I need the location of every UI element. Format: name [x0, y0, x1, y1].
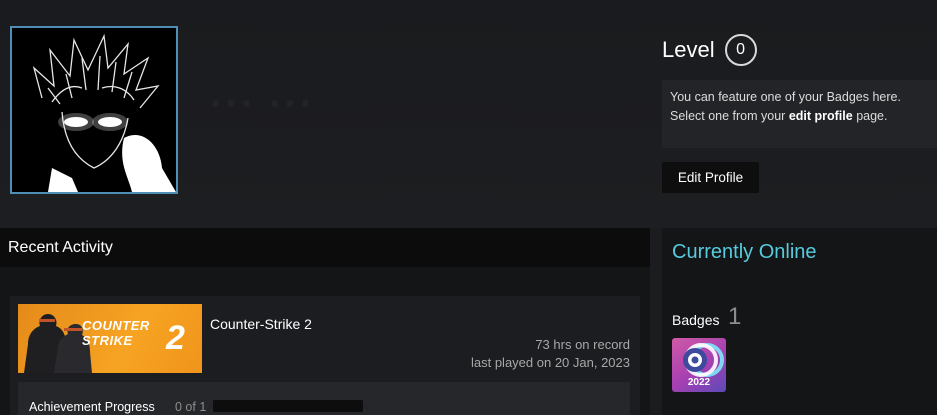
logo-line-1: COUNTER	[82, 318, 150, 333]
featured-badge-note: You can feature one of your Badges here.…	[662, 80, 937, 148]
game-capsule-image[interactable]: COUNTER STRIKE 2	[18, 304, 202, 373]
achievement-progress-bar	[213, 400, 363, 412]
badge-note-line-2: Select one from your edit profile page.	[670, 107, 937, 126]
level-badge[interactable]: 0	[724, 34, 757, 66]
online-status: Currently Online	[672, 241, 817, 263]
badge-note-suffix: page.	[852, 109, 888, 123]
level-row: Level 0	[662, 34, 757, 66]
avatar-anime-portrait	[12, 28, 176, 192]
game-title-link[interactable]: Counter-Strike 2	[210, 316, 312, 332]
badges-link[interactable]: Badges	[672, 312, 719, 328]
edit-profile-button[interactable]: Edit Profile	[662, 162, 759, 193]
avatar[interactable]	[10, 26, 178, 194]
logo-line-2: STRIKE	[82, 333, 133, 348]
game-logo-number: 2	[166, 319, 185, 357]
badge-note-line-1: You can feature one of your Badges here.	[670, 90, 901, 104]
badge-2022-icon[interactable]: 2022	[672, 338, 726, 392]
achievement-progress-label[interactable]: Achievement Progress	[29, 400, 155, 414]
achievement-count: 0 of 1	[175, 400, 207, 414]
level-label: Level	[662, 37, 715, 62]
background-watermark: ··· ···	[210, 82, 315, 127]
badges-count[interactable]: 1	[728, 303, 741, 331]
edit-profile-link[interactable]: edit profile	[789, 109, 853, 123]
badge-year: 2022	[687, 377, 711, 388]
game-logo-text: COUNTER STRIKE	[82, 318, 150, 348]
recent-activity-header: Recent Activity	[0, 228, 650, 267]
game-last-played: last played on 20 Jan, 2023	[470, 355, 630, 370]
game-hours-on-record: 73 hrs on record	[535, 337, 630, 352]
badge-note-prefix: Select one from your	[670, 109, 789, 123]
